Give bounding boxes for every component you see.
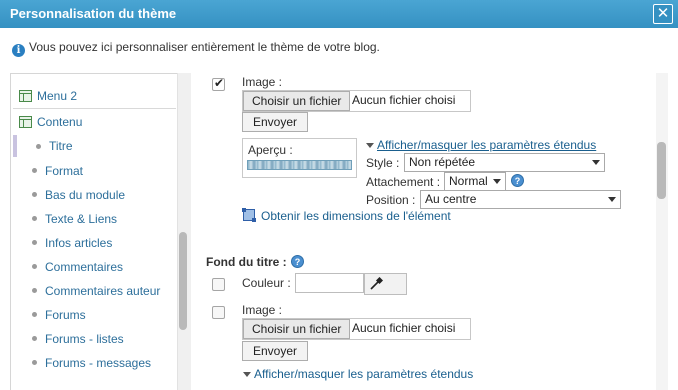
- title-image-label: Image :: [242, 303, 283, 317]
- get-dimensions-link[interactable]: Obtenir les dimensions de l'élément: [261, 209, 451, 223]
- info-text: Vous pouvez ici personnaliser entièremen…: [29, 40, 380, 54]
- content-scrollbar[interactable]: [656, 73, 668, 390]
- sidebar-item-label: Infos articles: [45, 236, 113, 250]
- active-item-indicator: [13, 135, 17, 157]
- sidebar-item-label: Menu 2: [37, 89, 78, 103]
- position-select-value: Au centre: [425, 192, 477, 206]
- bullet-icon: [32, 168, 37, 173]
- color-picker-button[interactable]: [364, 273, 407, 295]
- file-status: Aucun fichier choisi: [352, 93, 456, 107]
- chevron-down-icon: [592, 160, 600, 165]
- toggle-link-text: Afficher/masquer les paramètres étendus: [254, 367, 474, 381]
- sidebar-item-format[interactable]: Format: [45, 164, 83, 178]
- triangle-down-icon: [243, 372, 251, 377]
- title-file-status: Aucun fichier choisi: [352, 321, 456, 335]
- sidebar-item-label: Forums - messages: [45, 356, 152, 370]
- sidebar-item-bas-du-module[interactable]: Bas du module: [45, 188, 125, 202]
- sidebar-item-label: Forums - listes: [45, 332, 124, 346]
- eyedropper-icon: [370, 277, 383, 290]
- bullet-icon: [32, 288, 37, 293]
- sidebar-item-label: Commentaires auteur: [45, 284, 161, 298]
- sidebar-item-label: Bas du module: [45, 188, 126, 202]
- sidebar-item-texte-liens[interactable]: Texte & Liens: [45, 212, 117, 226]
- sidebar-item-infos-articles[interactable]: Infos articles: [45, 236, 112, 250]
- sidebar-item-label: Forums: [45, 308, 86, 322]
- bullet-icon: [32, 312, 37, 317]
- sidebar-item-label: Commentaires: [45, 260, 124, 274]
- sidebar-item-label: Texte & Liens: [45, 212, 118, 226]
- bullet-icon: [32, 192, 37, 197]
- module-icon: [19, 116, 32, 128]
- bullet-icon: [36, 144, 41, 149]
- color-label: Couleur :: [242, 276, 291, 290]
- bullet-icon: [32, 264, 37, 269]
- toggle-extended-settings-link[interactable]: Afficher/masquer les paramètres étendus: [366, 138, 596, 152]
- attachment-label: Attachement :: [366, 175, 441, 189]
- dialog-title: Personnalisation du thème: [10, 6, 177, 21]
- style-select-value: Non répétée: [409, 155, 476, 169]
- toggle-link-text: Afficher/masquer les paramètres étendus: [377, 138, 597, 152]
- sidebar-item-forums[interactable]: Forums: [45, 308, 86, 322]
- sidebar-scrollbar-thumb[interactable]: [179, 232, 187, 330]
- resize-icon: [242, 208, 256, 222]
- color-input[interactable]: [295, 273, 364, 293]
- preview-label: Aperçu :: [248, 143, 293, 157]
- sidebar-item-forums-messages[interactable]: Forums - messages: [45, 356, 151, 370]
- chevron-down-icon: [493, 179, 501, 184]
- close-icon: ✕: [656, 5, 670, 22]
- content-scrollbar-thumb[interactable]: [657, 142, 666, 199]
- choose-file-button[interactable]: Choisir un fichier: [243, 91, 351, 111]
- attachment-select[interactable]: Normal: [444, 172, 506, 191]
- sidebar-item-label: Contenu: [37, 115, 83, 129]
- sidebar-item-commentaires[interactable]: Commentaires: [45, 260, 123, 274]
- title-toggle-extended-settings-link[interactable]: Afficher/masquer les paramètres étendus: [243, 367, 473, 381]
- info-icon: i: [12, 44, 25, 57]
- divider: [13, 108, 176, 109]
- help-icon[interactable]: ?: [511, 174, 524, 187]
- title-choose-file-button[interactable]: Choisir un fichier: [243, 319, 351, 339]
- title-background-heading: Fond du titre :: [206, 255, 287, 269]
- style-select[interactable]: Non répétée: [404, 153, 605, 172]
- sidebar-item-label: Format: [45, 164, 84, 178]
- chevron-down-icon: [608, 197, 616, 202]
- triangle-down-icon: [366, 143, 374, 148]
- sidebar-item-label: Titre: [49, 139, 73, 153]
- sidebar-item-titre[interactable]: Titre: [49, 139, 73, 153]
- dialog-titlebar: Personnalisation du thème ✕: [0, 0, 678, 28]
- position-label: Position :: [366, 193, 416, 207]
- send-button[interactable]: Envoyer: [242, 112, 309, 132]
- attachment-select-value: Normal: [449, 174, 488, 188]
- bullet-icon: [32, 360, 37, 365]
- color-checkbox[interactable]: [212, 278, 225, 291]
- bullet-icon: [32, 216, 37, 221]
- style-label: Style :: [366, 156, 400, 170]
- preview-image: [247, 160, 352, 170]
- bullet-icon: [32, 240, 37, 245]
- title-send-button[interactable]: Envoyer: [242, 341, 309, 361]
- sidebar-item-commentaires-auteur[interactable]: Commentaires auteur: [45, 284, 160, 298]
- title-image-checkbox[interactable]: [212, 306, 225, 319]
- sidebar-item-forums-listes[interactable]: Forums - listes: [45, 332, 124, 346]
- module-icon: [19, 90, 32, 102]
- sidebar-item-menu-2[interactable]: Menu 2: [19, 89, 77, 103]
- bullet-icon: [32, 336, 37, 341]
- close-button[interactable]: ✕: [653, 4, 673, 24]
- info-message: i Vous pouvez ici personnaliser entièreme…: [12, 40, 380, 57]
- position-select[interactable]: Au centre: [420, 190, 621, 209]
- image-preview: Aperçu :: [242, 138, 357, 178]
- help-icon[interactable]: ?: [291, 255, 304, 268]
- image-checkbox[interactable]: [212, 76, 225, 91]
- sidebar-item-contenu[interactable]: Contenu: [19, 115, 82, 129]
- image-label: Image :: [242, 75, 283, 89]
